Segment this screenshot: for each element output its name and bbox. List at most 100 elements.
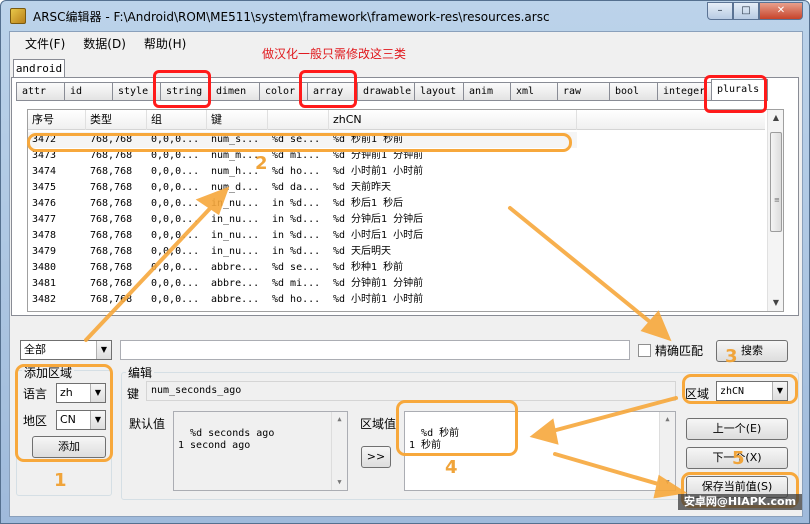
table-row[interactable]: 3479 768,768 0,0,0... in_nu... in %d... %d 天后… (28, 244, 577, 260)
tab-layout[interactable]: layout (414, 82, 463, 101)
table-row[interactable]: 3476 768,768 0,0,0... in_nu... in %d... %d 秒后… (28, 196, 577, 212)
previous-button[interactable]: 上一个(E) (686, 418, 788, 440)
title-bar[interactable]: ARSC编辑器 - F:\Android\ROM\ME511\system\fr… (1, 1, 809, 31)
column-index[interactable]: 序号 (28, 110, 86, 130)
tab-style[interactable]: style (112, 82, 160, 101)
resource-table[interactable]: 序号 类型 组 键 zhCN 3472 768,768 0,0,0... num_s.… (27, 109, 784, 312)
cell-key: abbre... (211, 278, 260, 289)
cell-group: 0,0,0... (151, 182, 200, 193)
edit-region-label: 区域 (685, 387, 710, 401)
cell-type: 768,768 (90, 278, 133, 289)
chevron-down-icon: ▼ (90, 411, 105, 429)
cell-zhcn: %d 秒后1 秒后 (333, 198, 404, 209)
table-row[interactable]: 3478 768,768 0,0,0... in_nu... in %d... %d 小时… (28, 228, 577, 244)
scope-select[interactable]: 全部 ▼ (20, 340, 112, 360)
table-row[interactable]: 3473 768,768 0,0,0... num_m... %d mi... %d 分钟… (28, 148, 577, 164)
scroll-up-icon[interactable]: ▲ (660, 412, 675, 427)
tab-attr[interactable]: attr (16, 82, 64, 101)
table-scrollbar[interactable]: ▲ ≡ ▼ (767, 110, 783, 311)
table-row[interactable]: 3475 768,768 0,0,0... num_d... %d da... %d 天前… (28, 180, 577, 196)
cell-group: 0,0,0... (151, 198, 200, 209)
edit-region-value: zhCN (720, 386, 745, 397)
cell-index: 3475 (32, 182, 57, 193)
table-row[interactable]: 3477 768,768 0,0,0... in_nu... in %d... %d 分钟… (28, 212, 577, 228)
tab-android[interactable]: android (13, 59, 65, 78)
cell-default: %d se... (272, 262, 321, 273)
cell-key: num_d... (211, 182, 260, 193)
window-title: ARSC编辑器 - F:\Android\ROM\ME511\system\fr… (33, 10, 550, 24)
tab-string[interactable]: string (160, 82, 210, 101)
scroll-down-icon[interactable]: ▼ (332, 475, 347, 490)
menu-help[interactable]: 帮助(H) (135, 35, 195, 52)
column-zhcn[interactable]: zhCN (329, 110, 577, 130)
table-row[interactable]: 3474 768,768 0,0,0... num_h... %d ho... %d 小时… (28, 164, 577, 180)
close-button[interactable]: ✕ (759, 2, 803, 20)
tab-plurals[interactable]: plurals (711, 79, 768, 101)
scroll-up-icon[interactable]: ▲ (332, 412, 347, 427)
cell-type: 768,768 (90, 294, 133, 305)
table-row[interactable]: 3482 768,768 0,0,0... abbre... %d ho... %d 小时… (28, 292, 577, 308)
scroll-up-icon[interactable]: ▲ (768, 110, 783, 126)
region-select[interactable]: CN ▼ (56, 410, 106, 430)
region-value-text: %d 秒前 1 秒前 (409, 428, 460, 451)
maximize-button[interactable]: □ (733, 2, 759, 20)
cell-group: 0,0,0... (151, 214, 200, 225)
cell-default: %d mi... (272, 150, 321, 161)
scroll-thumb[interactable]: ≡ (770, 132, 782, 232)
column-key[interactable]: 键 (207, 110, 268, 130)
key-label: 键 (127, 387, 140, 401)
cell-default: in %d... (272, 246, 321, 257)
cell-type: 768,768 (90, 150, 133, 161)
search-input[interactable] (120, 340, 630, 360)
region-value-field[interactable]: %d 秒前 1 秒前 ▲ ▼ (404, 411, 676, 491)
exact-match-checkbox[interactable] (638, 344, 651, 357)
default-value-field[interactable]: %d seconds ago 1 second ago ▲ ▼ (173, 411, 348, 491)
search-button[interactable]: 搜索 (716, 340, 788, 362)
minimize-button[interactable]: – (707, 2, 733, 20)
column-default[interactable] (268, 110, 329, 130)
tab-bool[interactable]: bool (609, 82, 657, 101)
next-button[interactable]: 下一个(X) (686, 447, 788, 469)
column-type[interactable]: 类型 (86, 110, 147, 130)
cell-default: %d da... (272, 182, 321, 193)
tab-integer[interactable]: integer (657, 82, 711, 101)
tab-color[interactable]: color (259, 82, 307, 101)
tab-raw[interactable]: raw (557, 82, 609, 101)
resource-tabs: attr id style string dimen color array d… (16, 79, 768, 101)
cell-type: 768,768 (90, 166, 133, 177)
scroll-down-icon[interactable]: ▼ (660, 475, 675, 490)
tab-id[interactable]: id (64, 82, 112, 101)
tab-anim[interactable]: anim (463, 82, 510, 101)
chevron-down-icon: ▼ (772, 382, 787, 400)
tab-drawable[interactable]: drawable (357, 82, 414, 101)
menu-file[interactable]: 文件(F) (16, 35, 74, 52)
key-field[interactable]: num_seconds_ago (146, 381, 676, 401)
cell-zhcn: %d 分钟后1 分钟后 (333, 214, 424, 225)
table-row[interactable]: 3472 768,768 0,0,0... num_s... %d se... %d 秒前… (28, 132, 577, 148)
region-select-value: CN (60, 413, 76, 426)
copy-to-region-button[interactable]: >> (361, 446, 391, 468)
cell-type: 768,768 (90, 230, 133, 241)
tab-array[interactable]: array (307, 82, 357, 101)
region-value-scrollbar[interactable]: ▲ ▼ (659, 412, 675, 490)
add-button[interactable]: 添加 (32, 436, 106, 458)
menu-data[interactable]: 数据(D) (74, 35, 135, 52)
language-label: 语言 (23, 387, 48, 401)
cell-index: 3477 (32, 214, 57, 225)
save-button[interactable]: 保存当前值(S) (686, 476, 788, 498)
table-row[interactable]: 3480 768,768 0,0,0... abbre... %d se... %d 秒种… (28, 260, 577, 276)
column-filler (577, 110, 765, 130)
cell-default: %d se... (272, 134, 321, 145)
cell-zhcn: %d 秒种1 秒前 (333, 262, 404, 273)
app-icon (10, 8, 26, 24)
language-select[interactable]: zh ▼ (56, 383, 106, 403)
default-value-scrollbar[interactable]: ▲ ▼ (331, 412, 347, 490)
edit-region-select[interactable]: zhCN ▼ (716, 381, 788, 401)
tab-dimen[interactable]: dimen (210, 82, 259, 101)
cell-type: 768,768 (90, 214, 133, 225)
table-row[interactable]: 3481 768,768 0,0,0... abbre... %d mi... %d 分钟… (28, 276, 577, 292)
scroll-down-icon[interactable]: ▼ (768, 295, 783, 311)
column-group[interactable]: 组 (147, 110, 207, 130)
chevron-down-icon: ▼ (90, 384, 105, 402)
tab-xml[interactable]: xml (510, 82, 557, 101)
